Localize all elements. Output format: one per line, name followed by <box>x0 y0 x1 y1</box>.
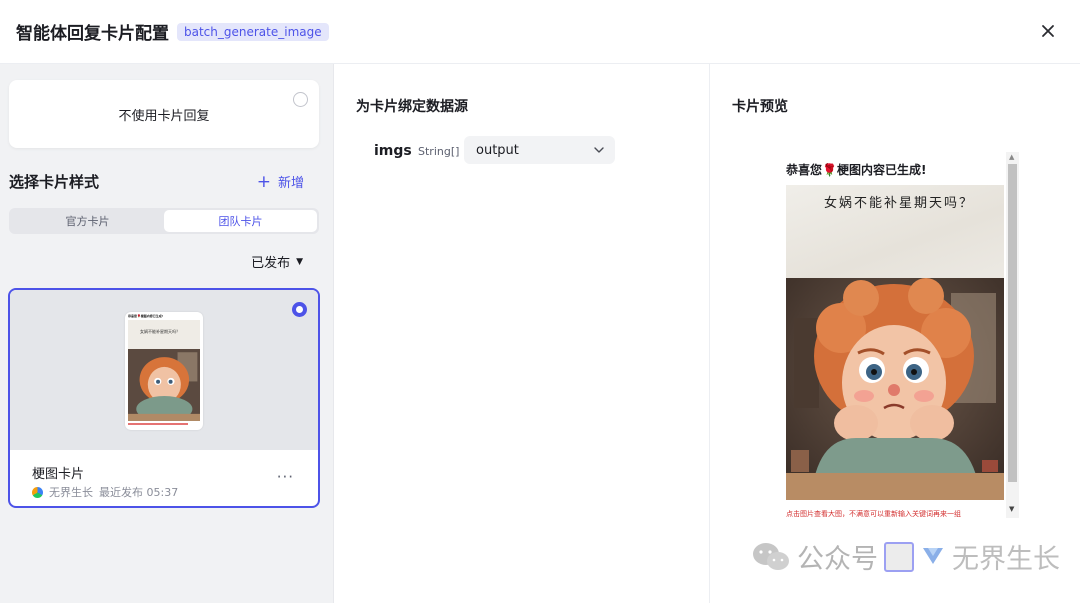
field-type: String[] <box>418 145 460 158</box>
scrollbar-thumb[interactable] <box>1008 164 1017 482</box>
data-source-select[interactable]: output <box>464 136 615 164</box>
preview-header: 恭喜您🌹梗图内容已生成! <box>786 161 926 178</box>
no-card-label: 不使用卡片回复 <box>118 108 210 124</box>
tab-team-cards[interactable]: 团队卡片 <box>164 210 317 232</box>
tab-official-cards[interactable]: 官方卡片 <box>11 210 164 232</box>
thumb-footer-line <box>128 423 188 425</box>
rose-icon: 🌹 <box>822 163 837 177</box>
scroll-down-icon[interactable]: ▼ <box>1009 505 1014 513</box>
dialog-header: 智能体回复卡片配置 batch_generate_image <box>0 0 1080 64</box>
plugin-tag: batch_generate_image <box>177 22 329 41</box>
thumb-header: 恭喜您🌹梗图内容已生成! <box>128 314 164 318</box>
preview-caption: 女娲不能补星期天吗？ <box>824 196 975 211</box>
chevron-down-icon <box>594 147 604 153</box>
preview-footer: 点击图片查看大图，不满意可以重新输入关键词再来一组 <box>786 510 961 518</box>
card-author: 无界生长 <box>49 486 93 499</box>
dialog-title: 智能体回复卡片配置 <box>16 24 169 44</box>
field-name: imgs <box>374 143 412 159</box>
card-source-tabs: 官方卡片 团队卡片 <box>9 208 319 234</box>
watermark-prefix: 公众号 <box>797 544 878 575</box>
scroll-up-icon[interactable]: ▲ <box>1009 153 1014 161</box>
data-source-value: output <box>476 142 519 158</box>
card-meta: 无界生长 最近发布 05:37 <box>32 484 178 500</box>
card-published-time: 最近发布 05:37 <box>99 486 179 499</box>
card-preview-panel: 卡片预览 恭喜您🌹梗图内容已生成! 女娲不能补星期天吗？ 点击图片查看大图，不满… <box>711 64 1080 603</box>
publish-filter-label: 已发布 <box>251 256 291 271</box>
card-name: 梗图卡片 <box>32 467 85 482</box>
plus-icon: + <box>256 171 271 192</box>
card-thumbnail-area: 恭喜您🌹梗图内容已生成! 女娲不能补星期天吗？ <box>10 290 318 450</box>
preview-card: 恭喜您🌹梗图内容已生成! 女娲不能补星期天吗？ 点击图片查看大图，不满意可以重新… <box>783 150 1020 518</box>
watermark-name: 无界生长 <box>952 544 1060 575</box>
section-title: 选择卡片样式 <box>9 173 100 191</box>
meme-preview-image[interactable] <box>786 278 1004 500</box>
wechat-icon <box>753 542 789 570</box>
preview-header-prefix: 恭喜您 <box>786 163 823 177</box>
card-selected-radio[interactable] <box>292 302 307 317</box>
more-options-icon[interactable]: ··· <box>277 468 294 486</box>
no-card-radio[interactable] <box>293 92 308 107</box>
card-item[interactable]: 恭喜您🌹梗图内容已生成! 女娲不能补星期天吗？ 梗图卡片 无界生长 最近发布 0… <box>8 288 320 508</box>
meme-thumbnail-image <box>128 349 200 421</box>
close-icon[interactable] <box>1036 19 1060 43</box>
publish-filter[interactable]: 已发布 ▼ <box>251 252 303 271</box>
caret-down-icon: ▼ <box>296 256 303 267</box>
thumb-caption-box: 女娲不能补星期天吗？ <box>128 320 200 349</box>
preview-header-suffix: 梗图内容已生成! <box>836 163 927 177</box>
data-binding-panel: 为卡片绑定数据源 imgs String[] output <box>335 64 710 603</box>
binding-title: 为卡片绑定数据源 <box>356 99 468 115</box>
thumb-caption: 女娲不能补星期天吗？ <box>140 329 180 334</box>
author-avatar-icon <box>884 541 914 572</box>
add-card-label: 新增 <box>277 176 304 191</box>
author-avatar <box>32 486 43 498</box>
card-thumbnail: 恭喜您🌹梗图内容已生成! 女娲不能补星期天吗？ <box>125 312 203 430</box>
watermark: 公众号 无界生长 <box>751 537 1060 576</box>
preview-caption-box: 女娲不能补星期天吗？ <box>786 185 1004 278</box>
logo-icon <box>923 547 943 564</box>
add-card-button[interactable]: + 新增 <box>257 172 304 191</box>
preview-scrollbar[interactable]: ▲ ▼ <box>1006 152 1019 518</box>
preview-title: 卡片预览 <box>732 99 788 115</box>
card-style-panel: 不使用卡片回复 选择卡片样式 + 新增 官方卡片 团队卡片 已发布 ▼ 恭喜您🌹… <box>0 64 334 603</box>
no-card-option[interactable]: 不使用卡片回复 <box>9 80 319 148</box>
